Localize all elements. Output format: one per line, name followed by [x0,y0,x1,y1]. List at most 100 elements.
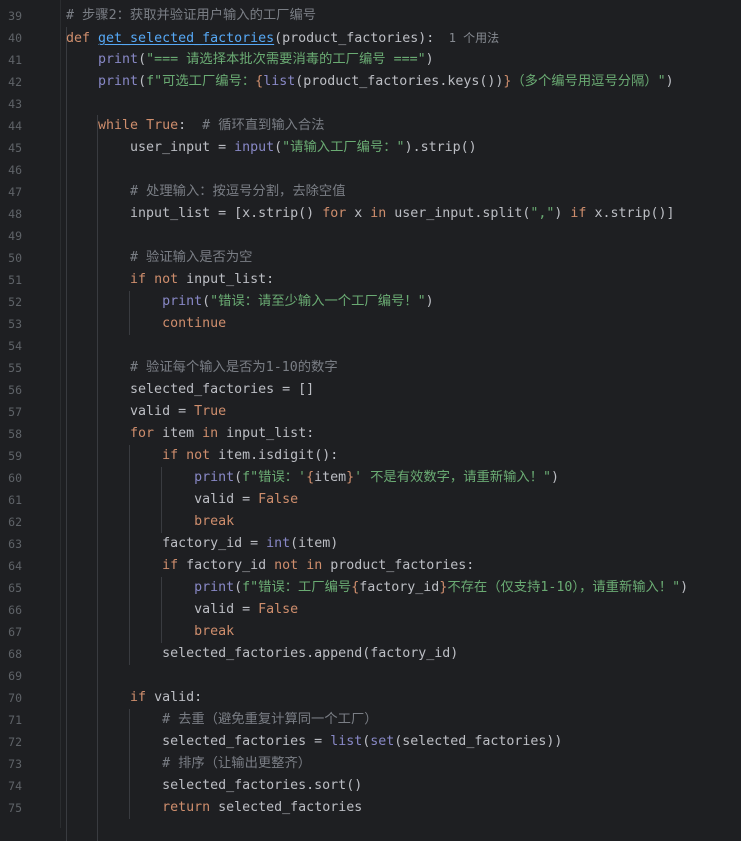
code-line[interactable]: 67 break [0,621,741,643]
code-line[interactable]: 58 for item in input_list: [0,423,741,445]
code-text[interactable]: print(f"错误：工厂编号{factory_id}不存在（仅支持1-10），… [66,579,688,597]
code-line[interactable]: 56 selected_factories = [] [0,379,741,401]
code-token: ( [234,470,243,485]
code-text[interactable]: # 验证输入是否为空 [66,249,252,267]
code-text[interactable]: # 验证每个输入是否为1-10的数字 [66,359,338,377]
code-text[interactable]: selected_factories = [] [66,381,314,399]
code-line[interactable]: 48 input_list = [x.strip() for x in user… [0,203,741,225]
code-text[interactable]: print(f"错误：'{item}' 不是有效数字，请重新输入！") [66,469,559,487]
code-line[interactable]: 39 # 步骤2：获取并验证用户输入的工厂编号 [0,5,741,27]
code-text[interactable]: for item in input_list: [66,425,314,443]
usage-hint[interactable]: 1 个用法 [434,31,499,45]
code-line[interactable]: 71 # 去重（避免重复计算同一个工厂） [0,709,741,731]
code-line[interactable]: 59 if not item.isdigit(): [0,445,741,467]
code-text[interactable]: while True: # 循环直到输入合法 [66,117,325,135]
code-text[interactable]: break [66,513,234,531]
code-line[interactable]: 66 valid = False [0,599,741,621]
code-token: factory_id [186,558,275,573]
line-number: 46 [8,163,22,177]
code-text[interactable]: continue [66,315,226,333]
code-token: break [194,514,235,529]
code-text[interactable]: valid = False [66,601,298,619]
code-token: factory_id [359,580,440,595]
code-text[interactable]: if factory_id not in product_factories: [66,557,474,575]
code-text[interactable]: user_input = input("请输入工厂编号：").strip() [66,139,477,157]
code-text[interactable]: def get_selected_factories(product_facto… [66,29,499,47]
code-line[interactable]: 49 [0,225,741,247]
code-line[interactable]: 73 # 排序（让输出更整齐） [0,753,741,775]
code-line[interactable]: 44 while True: # 循环直到输入合法 [0,115,741,137]
code-text[interactable]: print("=== 请选择本批次需要消毒的工厂编号 ===") [66,51,434,69]
code-token: (product_factories.keys()) [295,74,504,89]
code-line[interactable]: 52 print("错误：请至少输入一个工厂编号！") [0,291,741,313]
code-token: ' 不是有效数字，请重新输入！" [354,470,552,485]
code-line[interactable]: 42 print(f"可选工厂编号：{list(product_factorie… [0,71,741,93]
code-line[interactable]: 51 if not input_list: [0,269,741,291]
code-token: (product_factories): [274,31,435,46]
code-line[interactable]: 54 [0,335,741,357]
code-line[interactable]: 62 break [0,511,741,533]
code-line[interactable]: 68 selected_factories.append(factory_id) [0,643,741,665]
code-text[interactable]: input_list = [x.strip() for x in user_in… [66,205,675,223]
code-text[interactable]: if not item.isdigit(): [66,447,338,465]
code-line[interactable]: 60 print(f"错误：'{item}' 不是有效数字，请重新输入！") [0,467,741,489]
code-line[interactable]: 74 selected_factories.sort() [0,775,741,797]
code-text[interactable]: selected_factories.append(factory_id) [66,645,458,663]
line-number: 49 [8,229,22,243]
code-line[interactable]: 63 factory_id = int(item) [0,533,741,555]
code-token: f"错误：' [242,470,307,485]
code-text[interactable]: print("错误：请至少输入一个工厂编号！") [66,293,434,311]
code-text[interactable]: # 排序（让输出更整齐） [66,755,311,773]
code-token: get_selected_factories [98,31,275,46]
code-token: x.strip()] [594,206,675,221]
code-text[interactable]: valid = True [66,403,226,421]
code-editor[interactable]: 39 # 步骤2：获取并验证用户输入的工厂编号 40 def get_selected… [0,0,741,841]
code-line[interactable]: 57 valid = True [0,401,741,423]
code-line[interactable]: 69 [0,665,741,687]
code-line[interactable]: 46 [0,159,741,181]
code-line[interactable]: 70 if valid: [0,687,741,709]
code-line[interactable]: 61 valid = False [0,489,741,511]
code-line[interactable]: 41 print("=== 请选择本批次需要消毒的工厂编号 ===") [0,49,741,71]
code-token: : [178,118,203,133]
code-token: item [162,426,203,441]
code-line[interactable]: 65 print(f"错误：工厂编号{factory_id}不存在（仅支持1-1… [0,577,741,599]
code-text[interactable]: valid = False [66,491,298,509]
code-line[interactable]: 55 # 验证每个输入是否为1-10的数字 [0,357,741,379]
code-text[interactable]: # 处理输入：按逗号分割，去除空值 [66,183,345,201]
code-text[interactable]: print(f"可选工厂编号：{list(product_factories.k… [66,73,674,91]
code-line[interactable]: 40 def get_selected_factories(product_fac… [0,27,741,49]
code-text[interactable]: factory_id = int(item) [66,535,338,553]
code-line[interactable]: 47 # 处理输入：按逗号分割，去除空值 [0,181,741,203]
line-number: 41 [8,53,22,67]
code-token: # 排序（让输出更整齐） [162,756,312,771]
code-line[interactable]: 53 continue [0,313,741,335]
code-line[interactable]: 45 user_input = input("请输入工厂编号：").strip(… [0,137,741,159]
code-text[interactable]: selected_factories.sort() [66,777,362,795]
code-line[interactable]: 43 [0,93,741,115]
code-text[interactable]: return selected_factories [66,799,362,817]
line-number: 43 [8,97,22,111]
code-token: in [202,426,227,441]
code-token: ).strip() [404,140,477,155]
line-number: 67 [8,625,22,639]
line-number: 75 [8,801,22,815]
line-number: 71 [8,713,22,727]
code-line[interactable]: 75 return selected_factories [0,797,741,819]
code-text[interactable]: break [66,623,234,641]
code-text[interactable]: selected_factories = list(set(selected_f… [66,733,562,751]
code-line[interactable]: 72 selected_factories = list(set(selecte… [0,731,741,753]
code-text[interactable]: # 步骤2：获取并验证用户输入的工厂编号 [66,7,316,25]
code-line[interactable]: 50 # 验证输入是否为空 [0,247,741,269]
code-line[interactable]: 64 if factory_id not in product_factorie… [0,555,741,577]
code-token: "错误：请至少输入一个工厂编号！" [210,294,426,309]
code-token: x [354,206,371,221]
code-text[interactable]: if not input_list: [66,271,274,289]
code-text[interactable]: # 去重（避免重复计算同一个工厂） [66,711,377,729]
code-text[interactable]: if valid: [66,689,202,707]
